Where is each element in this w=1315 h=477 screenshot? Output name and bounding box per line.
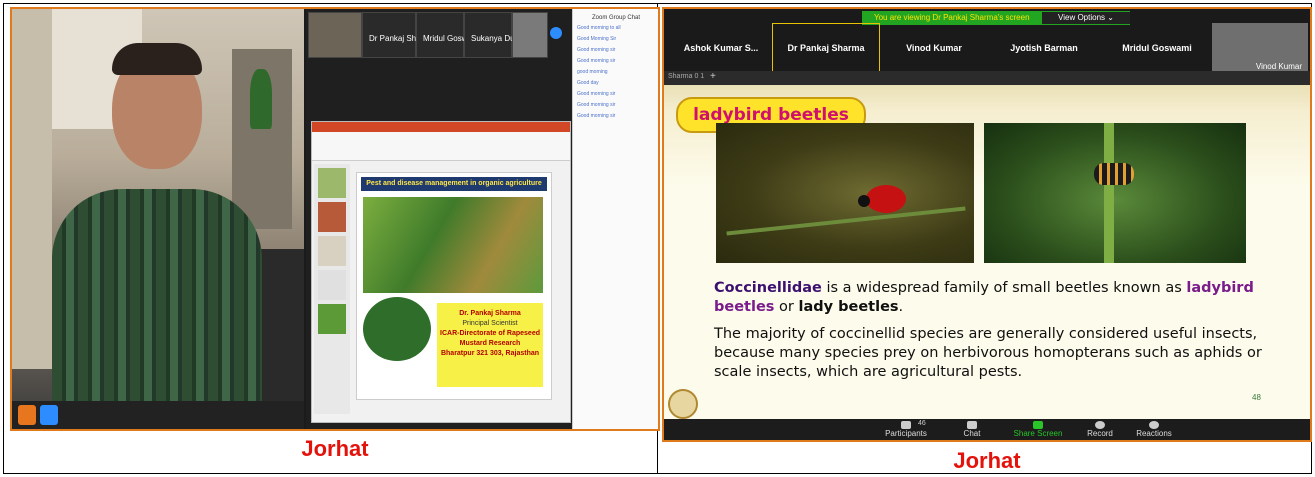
participant-thumb (308, 12, 362, 58)
left-screenshot: Dr Pankaj Sharma Mridul Goswami Sukanya … (10, 7, 660, 431)
powerpoint-window: Pest and disease management in organic a… (311, 121, 571, 423)
participant-thumb: Mridul Goswami (416, 12, 480, 58)
ppt-titlebar (312, 122, 570, 132)
participant-thumb: Dr Pankaj Sharma (362, 12, 434, 58)
slide-thumbnails (314, 164, 350, 414)
chat-button[interactable]: Chat (942, 421, 1002, 438)
record-button[interactable]: Record (1070, 421, 1130, 438)
participant-tile-active: Dr Pankaj Sharma (772, 23, 880, 73)
record-icon (1095, 421, 1105, 429)
self-view: Vinod Kumar (1212, 23, 1308, 73)
author-org: ICAR-Directorate of Rapeseed Mustard Res… (440, 330, 540, 347)
author-place: Bharatpur 321 303, Rajasthan (440, 350, 540, 357)
reactions-button[interactable]: Reactions (1124, 421, 1184, 438)
chat-message: Good morning sir (577, 58, 616, 64)
people-icon (901, 421, 911, 429)
para1-text: is a widespread family of small beetles … (821, 280, 1187, 296)
paragraph-2: The majority of coccinellid species are … (714, 326, 1262, 380)
right-caption: Jorhat (953, 448, 1021, 473)
chat-message: good morning (577, 69, 608, 75)
meeting-toolbar: Participants 46 Chat Share Screen Record… (664, 419, 1310, 440)
para1-dot: . (898, 299, 904, 315)
speaker-video (12, 9, 304, 429)
author-name: Dr. Pankaj Sharma (459, 310, 521, 317)
participant-tile: Jyotish Barman (1010, 43, 1078, 53)
author-role: Principal Scientist (462, 320, 518, 327)
slide-number: 48 (1252, 393, 1261, 402)
browser-tab-bar: Sharma 0 1 + (664, 71, 1310, 85)
term-lady-beetles: lady beetles (798, 299, 899, 315)
new-tab-button[interactable]: + (710, 71, 716, 82)
slide-image (363, 297, 431, 361)
chat-message: Good Morning Sir (577, 36, 617, 42)
tab-label[interactable]: Sharma 0 1 (668, 73, 704, 80)
chat-message: Good morning sir (577, 91, 616, 97)
participant-tile: Ashok Kumar S... (683, 43, 759, 53)
chat-icon (967, 421, 977, 429)
chat-message: Good morning to all (577, 25, 621, 31)
firefox-icon[interactable] (18, 405, 36, 425)
chat-message: Good morning sir (577, 102, 616, 108)
author-box: Dr. Pankaj Sharma Principal Scientist IC… (437, 303, 543, 387)
para1-or: or (774, 299, 799, 315)
chat-message: Good day (577, 80, 599, 86)
slide-title: Pest and disease management in organic a… (361, 177, 547, 191)
paragraph-1: Coccinellidae is a widespread family of … (714, 279, 1284, 317)
chat-panel: Zoom Group Chat Good morning to all Good… (572, 9, 658, 429)
share-screen-icon (1033, 421, 1043, 429)
left-caption: Jorhat (301, 436, 369, 461)
participant-thumb: Sukanya Dutta (464, 12, 523, 58)
zoom-app-icon[interactable] (40, 405, 58, 425)
presentation-slide: Pest and disease management in organic a… (356, 172, 552, 400)
emoji-icon (1149, 421, 1159, 429)
taskbar (12, 401, 304, 429)
ladybird-photo (716, 123, 974, 263)
participant-tile: Mridul Goswami (1122, 43, 1192, 53)
ppt-ribbon (312, 132, 570, 161)
participant-thumb (512, 12, 548, 58)
next-page-icon[interactable] (550, 27, 562, 39)
right-screenshot: You are viewing Dr Pankaj Sharma's scree… (662, 7, 1312, 442)
term-coccinellidae: Coccinellidae (714, 280, 822, 296)
slide-collage (363, 197, 543, 293)
shared-slide: ladybird beetles Coccinellidae is a wide… (664, 85, 1310, 419)
participants-button[interactable]: Participants (876, 421, 936, 438)
share-screen-button[interactable]: Share Screen (1008, 421, 1068, 438)
zoom-share-view: Dr Pankaj Sharma Mridul Goswami Sukanya … (306, 9, 658, 429)
chat-header: Zoom Group Chat (591, 15, 641, 21)
participant-tile: Vinod Kumar (906, 43, 962, 53)
participant-count: 46 (918, 420, 926, 427)
logo-icon (668, 389, 698, 419)
ladybird-larva-photo (984, 123, 1246, 263)
chat-message: Good morning sir (577, 113, 616, 119)
chat-message: Good morning sir (577, 47, 616, 53)
